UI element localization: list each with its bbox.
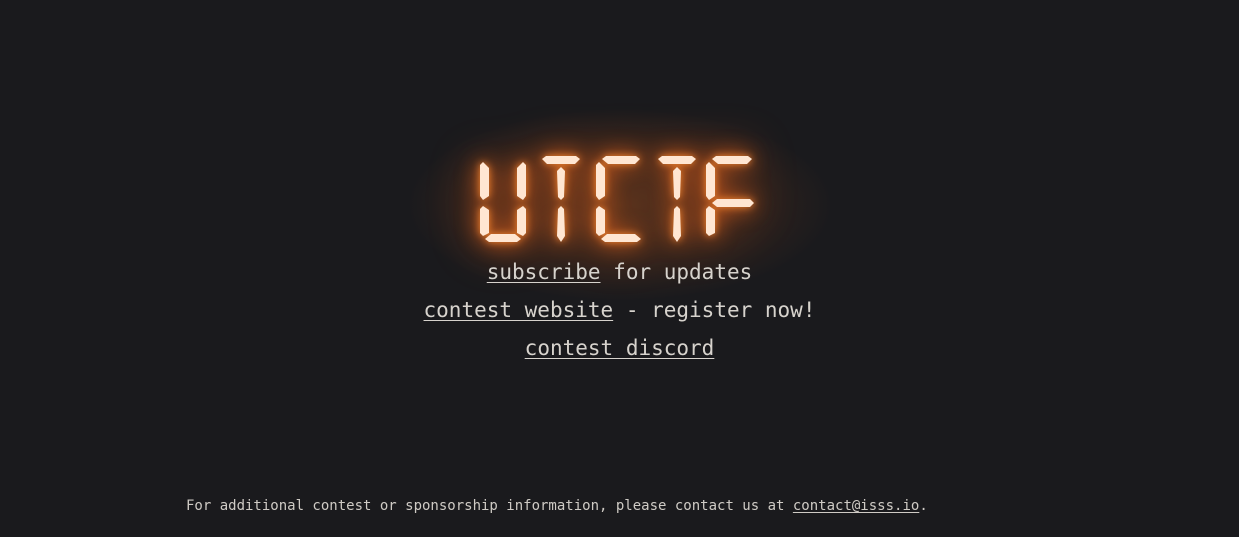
contact-email-link[interactable]: contact@isss.io bbox=[793, 498, 919, 514]
footer: For additional contest or sponsorship in… bbox=[186, 497, 928, 515]
letter-t-glyph bbox=[658, 156, 696, 242]
subscribe-suffix: for updates bbox=[600, 260, 753, 284]
letter-f-glyph bbox=[706, 156, 754, 236]
contest-discord-link[interactable]: contest discord bbox=[525, 336, 715, 360]
footer-period: . bbox=[919, 498, 928, 514]
utctf-logo bbox=[480, 156, 756, 246]
website-line: contest website - register now! bbox=[0, 297, 1239, 323]
letter-u-glyph bbox=[480, 162, 526, 242]
letter-t-glyph bbox=[542, 156, 580, 242]
letter-c-glyph bbox=[596, 156, 641, 242]
website-suffix: - register now! bbox=[613, 298, 816, 322]
contest-website-link[interactable]: contest website bbox=[424, 298, 614, 322]
discord-line: contest discord bbox=[0, 335, 1239, 361]
subscribe-link[interactable]: subscribe bbox=[487, 260, 601, 284]
subscribe-line: subscribe for updates bbox=[0, 259, 1239, 285]
footer-text: For additional contest or sponsorship in… bbox=[186, 498, 793, 514]
seven-segment-logo-graphic bbox=[480, 156, 754, 242]
